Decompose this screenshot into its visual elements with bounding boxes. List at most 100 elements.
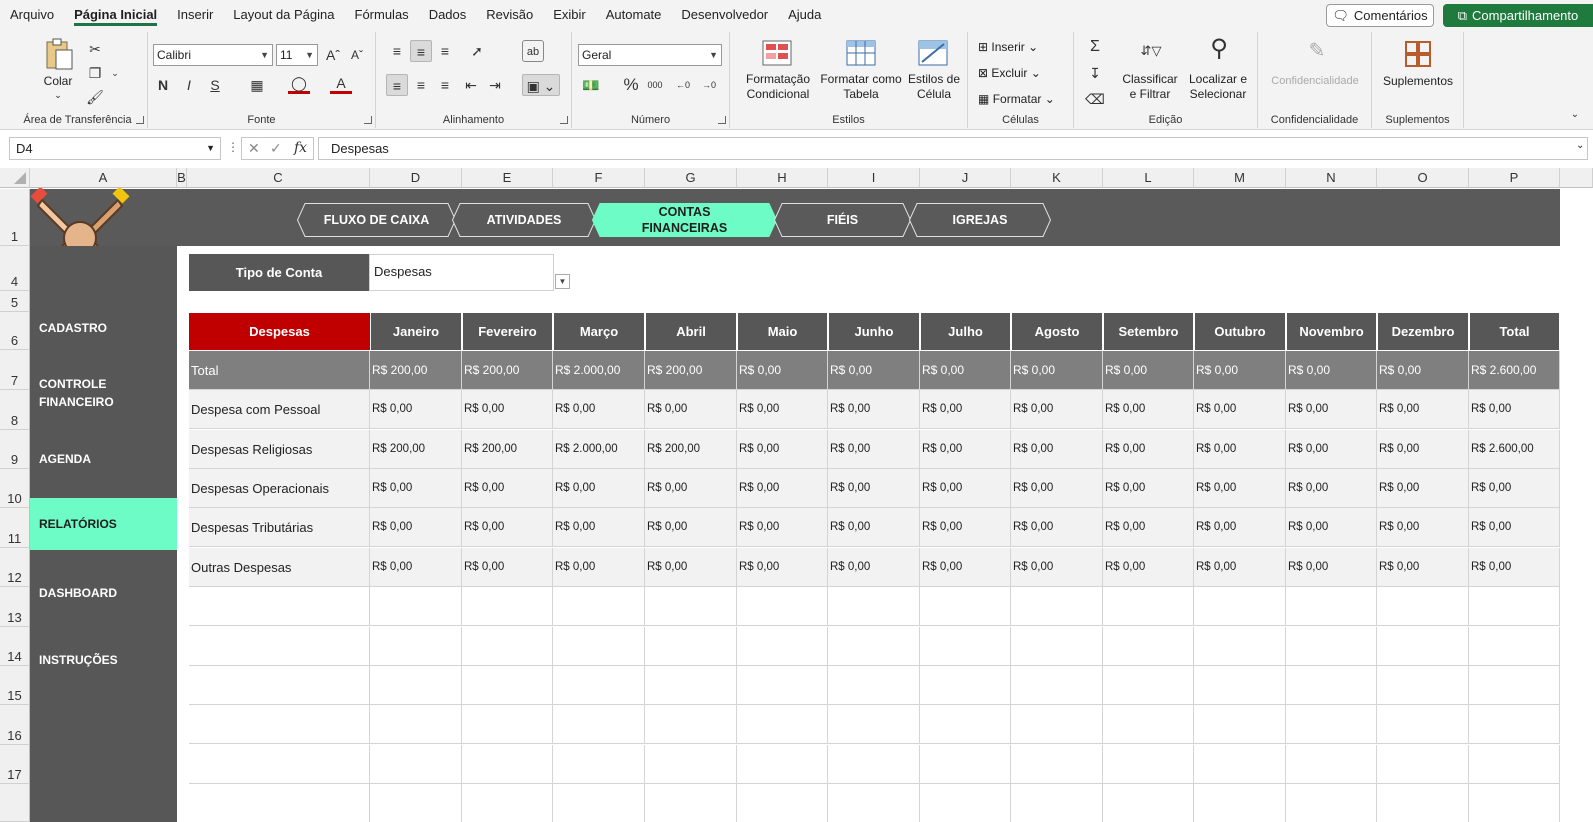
row-header-8[interactable]: 8 — [0, 390, 30, 430]
clear-icon[interactable]: ⌫ — [1084, 88, 1106, 110]
font-color-icon[interactable]: A — [330, 74, 352, 94]
comma-style-icon[interactable]: 000 — [644, 74, 666, 96]
format-as-table-button[interactable]: Formatar como Tabela — [818, 72, 904, 102]
currency-icon[interactable]: 💵 — [580, 74, 602, 96]
menu-item-ajuda[interactable]: Ajuda — [778, 0, 831, 30]
sort-filter-button[interactable]: Classificar e Filtrar — [1120, 72, 1180, 102]
menu-item-inserir[interactable]: Inserir — [167, 0, 223, 30]
nav-tab-fiéis[interactable]: FIÉIS — [774, 203, 911, 237]
paste-label[interactable]: Colar — [36, 74, 80, 89]
share-button[interactable]: ⧉ Compartilhamento — [1443, 4, 1593, 27]
select-all-corner[interactable] — [0, 168, 30, 188]
cell-styles-icon[interactable] — [918, 40, 948, 69]
orientation-icon[interactable]: ➚ — [466, 40, 488, 62]
column-header-m[interactable]: M — [1194, 168, 1286, 188]
sidebar-item-agenda[interactable]: AGENDA — [30, 440, 177, 478]
column-header-p[interactable]: P — [1469, 168, 1560, 188]
dropdown-arrow-icon[interactable]: ▼ — [555, 274, 570, 289]
sort-filter-icon[interactable]: ⇵▽ — [1134, 40, 1168, 62]
column-header-l[interactable]: L — [1103, 168, 1194, 188]
find-select-button[interactable]: Localizar e Selecionar — [1180, 72, 1256, 102]
bold-icon[interactable]: N — [152, 74, 174, 96]
sidebar-item-dashboard[interactable]: DASHBOARD — [30, 574, 177, 612]
row-header-9[interactable]: 9 — [0, 430, 30, 469]
align-right-icon[interactable]: ≡ — [434, 74, 456, 96]
column-header-o[interactable]: O — [1377, 168, 1469, 188]
menu-item-exibir[interactable]: Exibir — [543, 0, 596, 30]
autosum-icon[interactable]: Σ — [1084, 36, 1106, 58]
paste-icon[interactable] — [44, 38, 74, 70]
sidebar-item-controle-financeiro[interactable]: CONTROLE FINANCEIRO — [30, 366, 177, 420]
italic-icon[interactable]: I — [178, 74, 200, 96]
formula-input[interactable]: Despesas — [318, 137, 1588, 160]
cell-styles-button[interactable]: Estilos de Célula — [904, 72, 964, 102]
decrease-font-icon[interactable]: Aˇ — [346, 44, 368, 66]
clipboard-launcher-icon[interactable] — [136, 116, 144, 124]
row-header-10[interactable]: 10 — [0, 469, 30, 508]
find-icon[interactable]: ⚲ — [1204, 37, 1234, 68]
fill-icon[interactable]: ↧ — [1084, 62, 1106, 84]
underline-icon[interactable]: S — [204, 74, 226, 96]
insert-function-icon[interactable]: fx — [294, 138, 307, 159]
row-header-7[interactable]: 7 — [0, 350, 30, 390]
number-launcher-icon[interactable] — [718, 116, 726, 124]
align-middle-icon[interactable]: ≡ — [410, 40, 432, 62]
sidebar-item-cadastro[interactable]: CADASTRO — [30, 309, 177, 347]
account-type-select[interactable]: Despesas — [369, 254, 554, 291]
column-header-j[interactable]: J — [920, 168, 1011, 188]
more-options-icon[interactable]: ⋮ — [227, 140, 239, 154]
cancel-icon[interactable]: ✕ — [248, 138, 260, 159]
column-header-n[interactable]: N — [1286, 168, 1377, 188]
menu-item-automate[interactable]: Automate — [596, 0, 672, 30]
menu-item-dados[interactable]: Dados — [419, 0, 477, 30]
menu-item-layout-da-página[interactable]: Layout da Página — [223, 0, 344, 30]
row-header-15[interactable]: 15 — [0, 666, 30, 705]
menu-item-revisão[interactable]: Revisão — [476, 0, 543, 30]
column-header-b[interactable]: B — [177, 168, 187, 188]
font-name-combo[interactable]: Calibri ▼ — [153, 44, 273, 66]
percent-icon[interactable]: % — [620, 74, 642, 96]
addins-icon[interactable] — [1404, 40, 1432, 71]
align-bottom-icon[interactable]: ≡ — [434, 40, 456, 62]
row-header-4[interactable]: 4 — [0, 246, 30, 291]
menu-item-página-inicial[interactable]: Página Inicial — [64, 0, 167, 30]
sidebar-item-relatórios[interactable]: RELATÓRIOS — [30, 498, 177, 550]
align-left-icon[interactable]: ≡ — [386, 74, 408, 96]
row-header-17[interactable]: 17 — [0, 745, 30, 784]
column-header-i[interactable]: I — [828, 168, 920, 188]
name-box[interactable]: D4 ▼ — [9, 137, 221, 160]
wrap-text-icon[interactable]: ab — [522, 40, 544, 62]
column-header-e[interactable]: E — [462, 168, 553, 188]
format-cells-button[interactable]: ▦ Formatar ⌄ — [978, 92, 1074, 107]
align-center-icon[interactable]: ≡ — [410, 74, 432, 96]
column-header-a[interactable]: A — [30, 168, 177, 188]
fill-color-icon[interactable]: ◯ — [288, 74, 310, 94]
cut-icon[interactable]: ✂ — [84, 38, 106, 60]
comments-button[interactable]: 🗨 Comentários — [1326, 4, 1434, 27]
nav-tab-contas-financeiras[interactable]: CONTAS FINANCEIRAS — [592, 203, 777, 237]
nav-tab-fluxo-de-caixa[interactable]: FLUXO DE CAIXA — [297, 203, 456, 237]
decrease-indent-icon[interactable]: ⇤ — [460, 74, 482, 96]
increase-indent-icon[interactable]: ⇥ — [484, 74, 506, 96]
format-as-table-icon[interactable] — [846, 40, 876, 69]
column-header-f[interactable]: F — [553, 168, 645, 188]
conditional-formatting-button[interactable]: Formatação Condicional — [736, 72, 820, 102]
sidebar-item-instruções[interactable]: INSTRUÇÕES — [30, 641, 177, 679]
expand-formula-icon[interactable]: ⌄ — [1576, 140, 1584, 151]
align-top-icon[interactable]: ≡ — [386, 40, 408, 62]
row-header-6[interactable]: 6 — [0, 312, 30, 350]
column-header-d[interactable]: D — [370, 168, 462, 188]
row-header-14[interactable]: 14 — [0, 627, 30, 666]
font-launcher-icon[interactable] — [364, 116, 372, 124]
copy-chevron-icon[interactable]: ⌄ — [104, 62, 126, 84]
ribbon-collapse-icon[interactable]: ⌄ — [1564, 104, 1586, 126]
copy-icon[interactable]: ❐ — [84, 62, 106, 84]
row-header-11[interactable]: 11 — [0, 508, 30, 548]
menu-item-arquivo[interactable]: Arquivo — [0, 0, 64, 30]
decrease-decimal-icon[interactable]: →0 — [698, 74, 720, 96]
row-header-16[interactable]: 16 — [0, 705, 30, 745]
column-header-h[interactable]: H — [737, 168, 828, 188]
addins-button[interactable]: Suplementos — [1374, 74, 1462, 89]
merge-center-icon[interactable]: ▣ ⌄ — [522, 74, 560, 96]
row-header-5[interactable]: 5 — [0, 291, 30, 312]
